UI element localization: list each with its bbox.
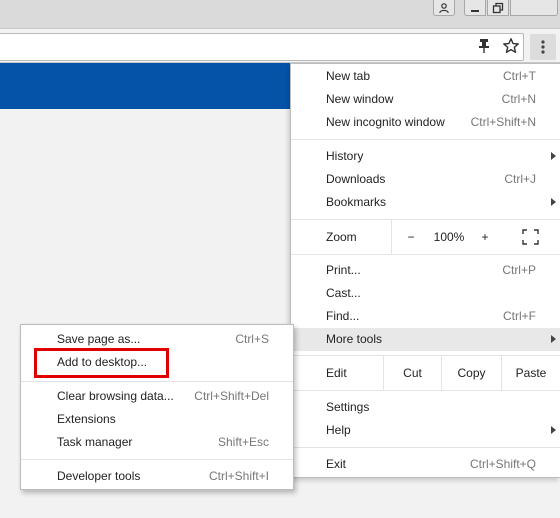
menu-item-label: Bookmarks: [326, 195, 387, 209]
menu-item-label: Developer tools: [57, 469, 141, 483]
menu-item-label: History: [326, 149, 364, 163]
menu-separator: [291, 390, 560, 391]
menu-item-shortcut: Shift+Esc: [217, 435, 269, 449]
menu-separator: [21, 459, 293, 460]
menu-item-more-tools[interactable]: More tools: [291, 328, 560, 351]
user-profile-button[interactable]: [433, 0, 455, 16]
menu-item-downloads[interactable]: Downloads Ctrl+J: [291, 168, 560, 191]
star-icon[interactable]: [502, 37, 520, 55]
submenu-arrow-icon: [551, 335, 556, 343]
fullscreen-icon[interactable]: [522, 229, 539, 245]
menu-item-shortcut: Ctrl+P: [502, 263, 536, 277]
menu-item-label: Exit: [326, 457, 347, 471]
menu-item-cast[interactable]: Cast...: [291, 282, 560, 305]
zoom-in-button[interactable]: +: [467, 220, 503, 254]
submenu-arrow-icon: [551, 198, 556, 206]
menu-item-new-tab[interactable]: New tab Ctrl+T: [291, 65, 560, 88]
address-bar[interactable]: [0, 33, 524, 61]
menu-item-print[interactable]: Print... Ctrl+P: [291, 259, 560, 282]
menu-item-label: New incognito window: [326, 115, 445, 129]
paste-button[interactable]: Paste: [501, 356, 560, 390]
zoom-level: 100%: [433, 230, 465, 244]
page-banner: [0, 63, 300, 109]
zoom-label: Zoom: [326, 230, 357, 244]
edit-label: Edit: [326, 366, 347, 380]
menu-item-label: Task manager: [57, 435, 133, 449]
menu-item-label: Cast...: [326, 286, 361, 300]
menu-item-shortcut: Ctrl+J: [504, 172, 536, 186]
menu-separator: [21, 381, 293, 382]
menu-item-settings[interactable]: Settings: [291, 396, 560, 419]
minimize-icon: [471, 9, 479, 12]
menu-item-shortcut: Ctrl+T: [503, 69, 536, 83]
more-tools-submenu: Save page as... Ctrl+S Add to desktop...…: [20, 324, 294, 490]
person-icon: [439, 2, 449, 13]
menu-item-label: Extensions: [57, 412, 116, 426]
highlight-annotation: [34, 348, 169, 378]
menu-item-new-incognito-window[interactable]: New incognito window Ctrl+Shift+N: [291, 111, 560, 134]
menu-item-shortcut: Ctrl+N: [501, 92, 536, 106]
menu-separator: [291, 254, 560, 255]
menu-item-shortcut: Ctrl+Shift+I: [208, 469, 269, 483]
chrome-main-menu: New tab Ctrl+T New window Ctrl+N New inc…: [290, 63, 560, 478]
menu-item-shortcut: Ctrl+Shift+Del: [194, 389, 269, 403]
minimize-button[interactable]: [464, 0, 486, 16]
menu-item-new-window[interactable]: New window Ctrl+N: [291, 88, 560, 111]
copy-button[interactable]: Copy: [441, 356, 501, 390]
menu-separator: [291, 447, 560, 448]
menu-item-find[interactable]: Find... Ctrl+F: [291, 305, 560, 328]
menu-item-label: Help: [326, 423, 351, 437]
edit-row: Edit Cut Copy Paste: [291, 356, 560, 390]
submenu-arrow-icon: [551, 152, 556, 160]
menu-item-label: New tab: [326, 69, 371, 83]
menu-separator: [291, 139, 560, 140]
menu-item-exit[interactable]: Exit Ctrl+Shift+Q: [291, 453, 560, 476]
pin-icon[interactable]: [477, 38, 491, 54]
title-bar: [0, 0, 560, 29]
menu-item-shortcut: Ctrl+F: [503, 309, 536, 323]
menu-item-label: Downloads: [326, 172, 386, 186]
menu-item-bookmarks[interactable]: Bookmarks: [291, 191, 560, 214]
submenu-item-extensions[interactable]: Extensions: [21, 408, 293, 431]
restore-icon: [492, 2, 504, 13]
menu-item-history[interactable]: History: [291, 145, 560, 168]
restore-button[interactable]: [487, 0, 509, 16]
menu-item-shortcut: Ctrl+Shift+N: [470, 115, 536, 129]
menu-item-label: More tools: [326, 332, 383, 346]
menu-item-help[interactable]: Help: [291, 419, 560, 442]
cut-button[interactable]: Cut: [383, 356, 441, 390]
menu-item-label: Print...: [326, 263, 361, 277]
submenu-item-task-manager[interactable]: Task manager Shift+Esc: [21, 431, 293, 454]
menu-item-label: Settings: [326, 400, 370, 414]
menu-item-shortcut: Ctrl+Shift+Q: [469, 457, 536, 471]
zoom-out-button[interactable]: −: [391, 220, 431, 254]
menu-item-label: Clear browsing data...: [57, 389, 174, 403]
submenu-item-developer-tools[interactable]: Developer tools Ctrl+Shift+I: [21, 465, 293, 488]
menu-item-label: Find...: [326, 309, 360, 323]
menu-item-label: New window: [326, 92, 394, 106]
close-button[interactable]: [510, 0, 558, 16]
submenu-arrow-icon: [551, 426, 556, 434]
zoom-row: Zoom − 100% +: [291, 220, 560, 254]
browser-toolbar: [0, 29, 560, 63]
menu-item-shortcut: Ctrl+S: [235, 332, 269, 346]
submenu-item-clear-browsing-data[interactable]: Clear browsing data... Ctrl+Shift+Del: [21, 385, 293, 408]
three-dot-menu-icon[interactable]: [530, 34, 556, 60]
